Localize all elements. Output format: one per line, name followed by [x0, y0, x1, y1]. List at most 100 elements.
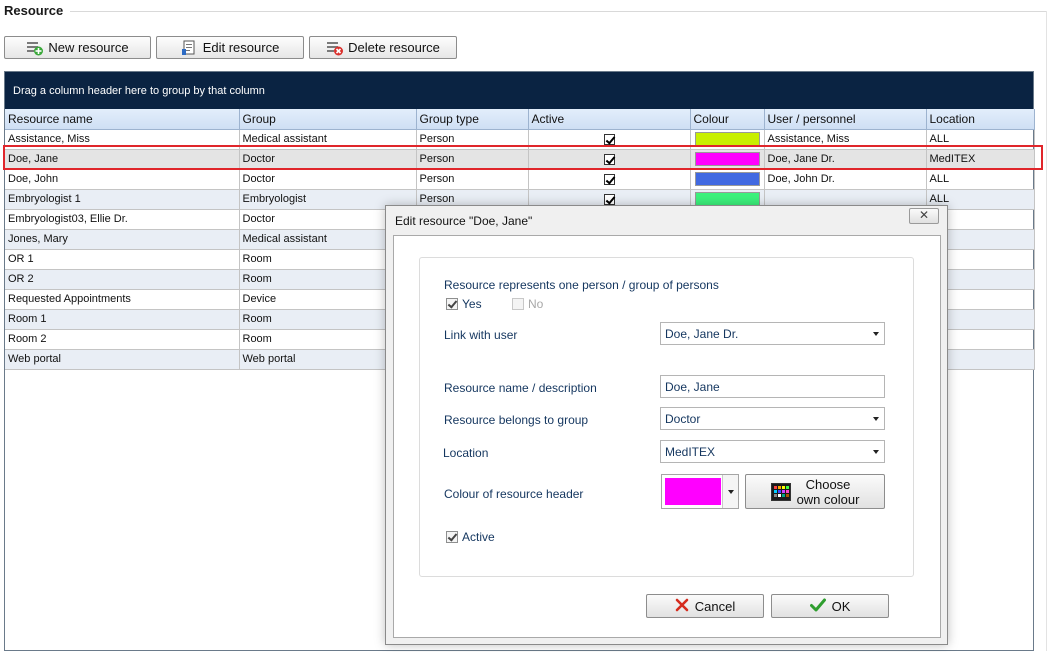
cell-group: Medical assistant [239, 129, 417, 150]
ok-label: OK [831, 598, 851, 614]
group-by-hint: Drag a column header here to group by th… [13, 85, 265, 97]
cell-resource-name: OR 1 [5, 249, 240, 270]
cell-location: MedITEX [926, 149, 1035, 170]
close-button[interactable]: ✕ [909, 208, 939, 224]
dialog-body: Resource represents one person / group o… [393, 235, 941, 638]
colour-swatch [694, 152, 760, 166]
cell-resource-name: Room 2 [5, 329, 240, 350]
choose-colour-line1: Choose [805, 476, 851, 492]
delete-resource-button[interactable]: Delete resource [309, 36, 457, 59]
cell-location: ALL [926, 169, 1035, 190]
new-resource-button[interactable]: New resource [4, 36, 151, 59]
cell-user: Assistance, Miss [764, 129, 927, 150]
choose-colour-line2: own colour [796, 491, 860, 507]
group-value: Doctor [665, 412, 701, 426]
table-row[interactable]: Doe, John Doctor Person Doe, John Dr. ALL [5, 169, 1035, 190]
colour-swatch [694, 172, 760, 186]
yes-label: Yes [462, 297, 482, 311]
location-label: Location [443, 446, 489, 460]
cancel-button[interactable]: Cancel [646, 594, 764, 618]
cancel-label: Cancel [694, 598, 736, 614]
cell-group: Doctor [239, 149, 417, 170]
no-checkbox[interactable]: No [512, 297, 543, 311]
colour-swatch [694, 192, 760, 206]
cell-active[interactable] [528, 149, 691, 170]
new-resource-label: New resource [48, 40, 129, 55]
cell-active[interactable] [528, 169, 691, 190]
cell-location: ALL [926, 129, 1035, 150]
link-user-value: Doe, Jane Dr. [665, 327, 739, 341]
cell-active[interactable] [528, 129, 691, 150]
column-header-resource-name[interactable]: Resource name [5, 109, 240, 130]
cell-resource-name: OR 2 [5, 269, 240, 290]
column-header-active[interactable]: Active [528, 109, 691, 130]
location-select[interactable]: MedITEX [660, 440, 885, 463]
edit-document-icon [181, 40, 199, 56]
colour-select[interactable] [661, 474, 739, 509]
edit-resource-button[interactable]: Edit resource [156, 36, 304, 59]
cell-colour [690, 149, 765, 170]
chevron-down-icon [873, 417, 879, 421]
chevron-down-icon [722, 475, 738, 508]
section-title: Resource [4, 3, 64, 18]
add-icon [26, 40, 44, 56]
section-rule-right [1046, 11, 1047, 651]
yes-checkbox-box [446, 298, 458, 310]
cell-resource-name: Doe, John [5, 169, 240, 190]
table-row[interactable]: Assistance, Miss Medical assistant Person A… [5, 129, 1035, 150]
cell-colour [690, 129, 765, 150]
yes-checkbox[interactable]: Yes [446, 297, 482, 311]
cell-resource-name: Assistance, Miss [5, 129, 240, 150]
active-checkbox[interactable]: Active [446, 530, 495, 544]
close-icon: ✕ [918, 208, 930, 222]
group-label: Resource belongs to group [444, 413, 589, 427]
active-check-icon [603, 153, 615, 165]
column-header-user[interactable]: User / personnel [764, 109, 927, 130]
cell-colour [690, 169, 765, 190]
chevron-down-icon [873, 450, 879, 454]
delete-resource-label: Delete resource [348, 40, 440, 55]
ok-button[interactable]: OK [771, 594, 889, 618]
section-rule [70, 11, 1047, 12]
represents-label: Resource represents one person / group o… [444, 278, 719, 292]
column-header-group[interactable]: Group [239, 109, 417, 130]
active-check-icon [603, 173, 615, 185]
cell-user: Doe, Jane Dr. [764, 149, 927, 170]
cell-resource-name: Embryologist 1 [5, 189, 240, 210]
active-checkbox-box [446, 531, 458, 543]
resource-name-label: Resource name / description [444, 381, 597, 395]
cell-resource-name: Jones, Mary [5, 229, 240, 250]
resource-name-input[interactable]: Doe, Jane [660, 375, 885, 398]
edit-resource-dialog: Edit resource "Doe, Jane" ✕ Resource rep… [385, 205, 948, 645]
delete-icon [326, 40, 344, 56]
dialog-title: Edit resource "Doe, Jane" [395, 214, 533, 228]
column-header-group-type[interactable]: Group type [416, 109, 529, 130]
active-label: Active [462, 530, 495, 544]
location-value: MedITEX [665, 445, 716, 459]
red-x-icon [675, 598, 689, 615]
link-user-select[interactable]: Doe, Jane Dr. [660, 322, 885, 345]
group-select[interactable]: Doctor [660, 407, 885, 430]
colour-preview [665, 478, 721, 505]
green-check-icon [809, 598, 826, 615]
table-header-row: Resource name Group Group type Active Co… [5, 109, 1035, 130]
table-row[interactable]: Doe, Jane Doctor Person Doe, Jane Dr. MedITE… [5, 149, 1035, 170]
choose-colour-text: Choose own colour [797, 477, 860, 507]
edit-resource-label: Edit resource [202, 40, 280, 55]
cell-resource-name: Doe, Jane [5, 149, 240, 170]
no-checkbox-box [512, 298, 524, 310]
cell-group-type: Person [416, 169, 529, 190]
column-header-location[interactable]: Location [926, 109, 1035, 130]
group-by-panel[interactable]: Drag a column header here to group by th… [5, 72, 1033, 109]
active-check-icon [603, 133, 615, 145]
resource-name-value: Doe, Jane [665, 380, 720, 394]
column-header-colour[interactable]: Colour [690, 109, 765, 130]
choose-colour-button[interactable]: Choose own colour [745, 474, 885, 509]
cell-resource-name: Room 1 [5, 309, 240, 330]
resource-fieldset: Resource represents one person / group o… [419, 257, 914, 577]
cell-user: Doe, John Dr. [764, 169, 927, 190]
colour-label: Colour of resource header [444, 487, 584, 501]
link-user-label: Link with user [444, 328, 518, 342]
no-label: No [528, 297, 544, 311]
cell-group: Doctor [239, 169, 417, 190]
